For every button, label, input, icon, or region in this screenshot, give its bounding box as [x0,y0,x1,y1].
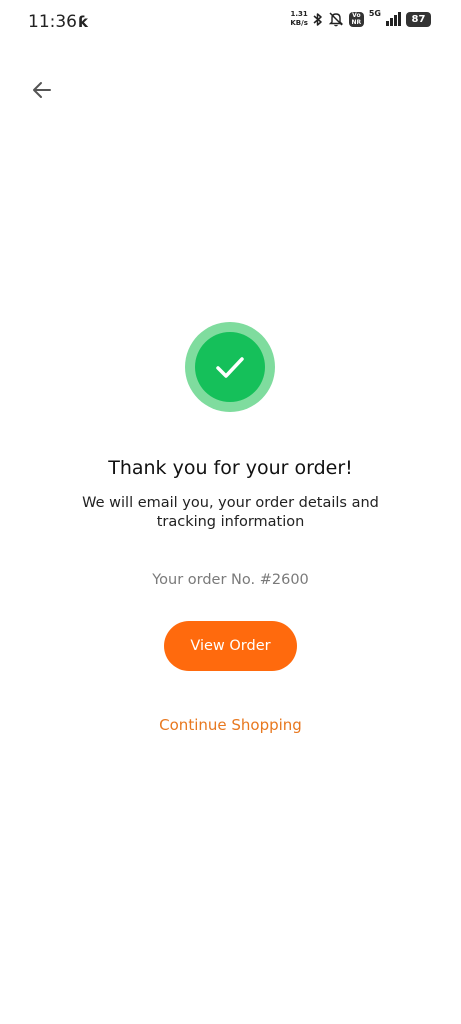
order-confirmation-screen: 11:36 ƙ 1.31 KB/s Vo NR 5G 87 Thank you … [0,0,461,1024]
signal-strength-icon [386,12,401,26]
order-number: Your order No. #2600 [152,572,309,588]
checkmark-icon [216,357,244,378]
status-bar: 11:36 ƙ 1.31 KB/s Vo NR 5G 87 [0,0,461,46]
battery-indicator: 87 [406,11,431,27]
network-type: 5G [368,9,381,18]
view-order-button[interactable]: View Order [164,621,297,671]
continue-shopping-link[interactable]: Continue Shopping [0,716,461,734]
success-badge [185,322,275,412]
bell-muted-icon [328,12,344,27]
success-circle [195,332,265,402]
arrow-left-icon [33,82,51,98]
network-speed: 1.31 KB/s [290,10,307,28]
volte-bottom: NR [351,19,362,26]
app-notification-icon: ƙ [78,13,88,31]
volte-icon: Vo NR [348,11,364,27]
network-speed-unit: KB/s [290,19,308,27]
confirmation-title: Thank you for your order! [108,457,353,479]
network-speed-value: 1.31 [290,10,308,18]
back-button[interactable] [26,74,58,106]
status-time: 11:36 [28,12,77,32]
volte-top: Vo [352,12,361,19]
bluetooth-icon [313,12,322,26]
confirmation-message: We will email you, your order details an… [82,495,379,530]
status-indicators: 1.31 KB/s Vo NR 5G 87 [290,9,431,28]
